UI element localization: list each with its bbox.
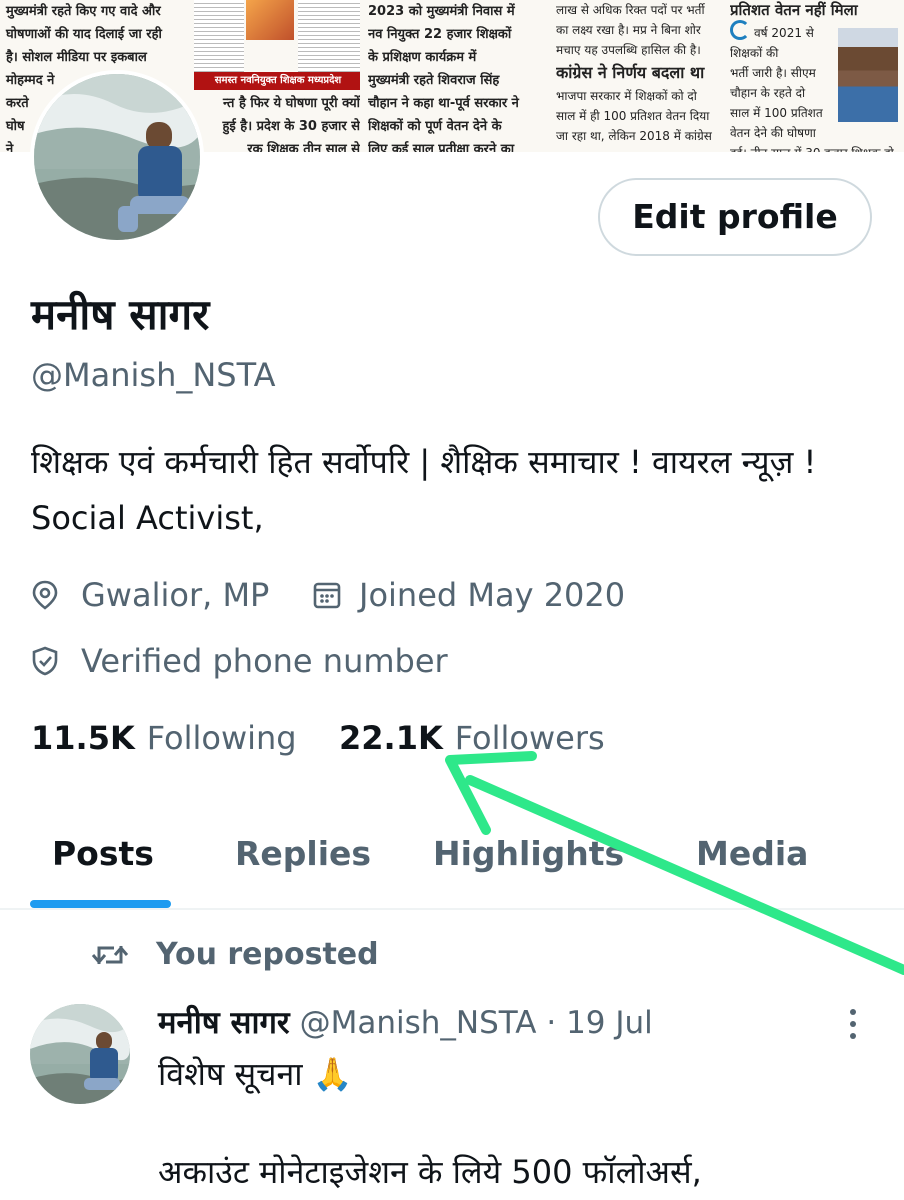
news-line: नव नियुक्त 22 हजार शिक्षकों [368,27,512,42]
repost-context: You reposted [90,930,379,980]
news-line: चौहान ने कहा था-पूर्व सरकार ने [368,96,519,111]
profile-bio: शिक्षक एवं कर्मचारी हित सर्वोपरि | शैक्ष… [31,443,817,537]
news-line: मचाए यह उपलब्धि हासिल की है। [556,43,701,57]
profile-handle: @Manish_NSTA [31,356,276,394]
followers-link[interactable]: 22.1K Followers [339,713,605,763]
news-line: वेतन देने की घोषणा [730,126,816,140]
news-red-banner: समस्त नवनियुक्त शिक्षक मध्यप्रदेश [194,72,360,90]
news-line: 2023 को मुख्यमंत्री निवास में [368,4,515,19]
news-line: वर्ष 2021 से [754,26,814,40]
banner-news-column-3: 2023 को मुख्यमंत्री निवास में नव नियुक्त… [368,0,540,152]
verified-shield-icon [32,646,58,676]
post-header: मनीष सागर @Manish_NSTA · 19 Jul [158,998,653,1048]
avatar-photo [30,1004,130,1104]
edit-profile-button[interactable]: Edit profile [598,178,872,256]
post-author-avatar[interactable] [30,1004,130,1104]
news-line: है। सोशल मीडिया पर इकबाल [6,50,147,65]
news-line: भाजपा सरकार में शिक्षकों को दो [556,89,697,103]
news-headline: प्रतिशत वेतन नहीं मिला [730,1,858,19]
news-line: लाख से अधिक रिक्त पदों पर भर्ती [556,3,705,17]
news-line: चौहान के रहते दो [730,86,806,100]
post-text-line: विशेष सूचना 🙏 [158,1055,353,1093]
location-text: Gwalior, MP [81,576,270,614]
news-clipping-image: समस्त नवनियुक्त शिक्षक मध्यप्रदेश [194,0,360,90]
tab-media[interactable]: Media [696,826,808,882]
news-line: के प्रशिक्षण कार्यक्रम में [368,50,477,65]
profile-join-date: Joined May 2020 [312,570,625,620]
banner-news-column-2: समस्त नवनियुक्त शिक्षक मध्यप्रदेश न्त है… [194,0,360,152]
following-count: 11.5K [31,719,135,757]
following-link[interactable]: 11.5K Following [31,713,297,763]
tabs-divider [0,908,904,910]
news-line: जा रहा था, लेकिन 2018 में कांग्रेस [556,129,712,143]
active-tab-indicator [30,900,171,908]
news-line: न्त है फिर ये घोषणा पूरी क्यों [223,96,360,111]
news-line: भर्ती जारी है। सीएम [730,66,816,80]
join-date-text: Joined May 2020 [359,576,626,614]
news-line: रक शिक्षक तीन साल से [247,142,360,152]
following-label: Following [146,719,297,757]
news-portrait-photo [838,28,898,122]
tab-posts[interactable]: Posts [52,826,154,882]
profile-verified-phone: Verified phone number [31,636,448,686]
news-line: हुई। तीन साल में 30 हजार शिक्षक हो [730,143,904,152]
repost-label: You reposted [156,937,379,972]
location-pin-icon [32,580,58,610]
profile-display-name: मनीष सागर [31,290,210,339]
news-line: साल में ही 100 प्रतिशत वेतन दिया [556,109,710,123]
news-line: घोषणाओं की याद दिलाई जा रही [6,27,162,42]
news-line: शिक्षकों की [730,46,779,60]
verified-text: Verified phone number [81,642,448,680]
banner-news-column-4: लाख से अधिक रिक्त पदों पर भर्ती का लक्ष्… [556,0,718,152]
news-line: मुख्यमंत्री रहते किए गए वादे और [6,4,161,19]
news-headline: कांग्रेस ने निर्णय बदला था [556,63,705,82]
post-author-name[interactable]: मनीष सागर [158,1005,290,1041]
post-timestamp[interactable]: · 19 Jul [546,1005,652,1041]
repost-icon [91,945,129,965]
news-line: हुई है। प्रदेश के 30 हजार से [222,119,360,134]
news-line: लिए कई साल प्रतीक्षा करने का [368,142,515,152]
calendar-icon [313,582,341,609]
news-line: शिक्षकों को पूर्ण वेतन देने के [368,119,502,134]
news-line: का लक्ष्य रखा है। मप्र ने बिना शोर [556,23,701,37]
news-logo-icon [730,20,750,40]
followers-count: 22.1K [339,719,443,757]
news-line: साल में 100 प्रतिशत [730,106,823,120]
profile-location: Gwalior, MP [31,570,269,620]
tab-highlights[interactable]: Highlights [433,826,624,882]
followers-label: Followers [454,719,605,757]
tab-replies[interactable]: Replies [235,826,371,882]
post-author-handle[interactable]: @Manish_NSTA [300,1005,537,1041]
news-line: मुख्यमंत्री रहते शिवराज सिंह [368,73,500,88]
more-vertical-icon[interactable] [840,1004,866,1044]
post-text-line: अकाउंट मोनेटाइजेशन के लिये 500 फॉलोअर्स, [158,1153,702,1191]
profile-avatar[interactable] [30,70,204,244]
avatar-photo [34,74,200,240]
